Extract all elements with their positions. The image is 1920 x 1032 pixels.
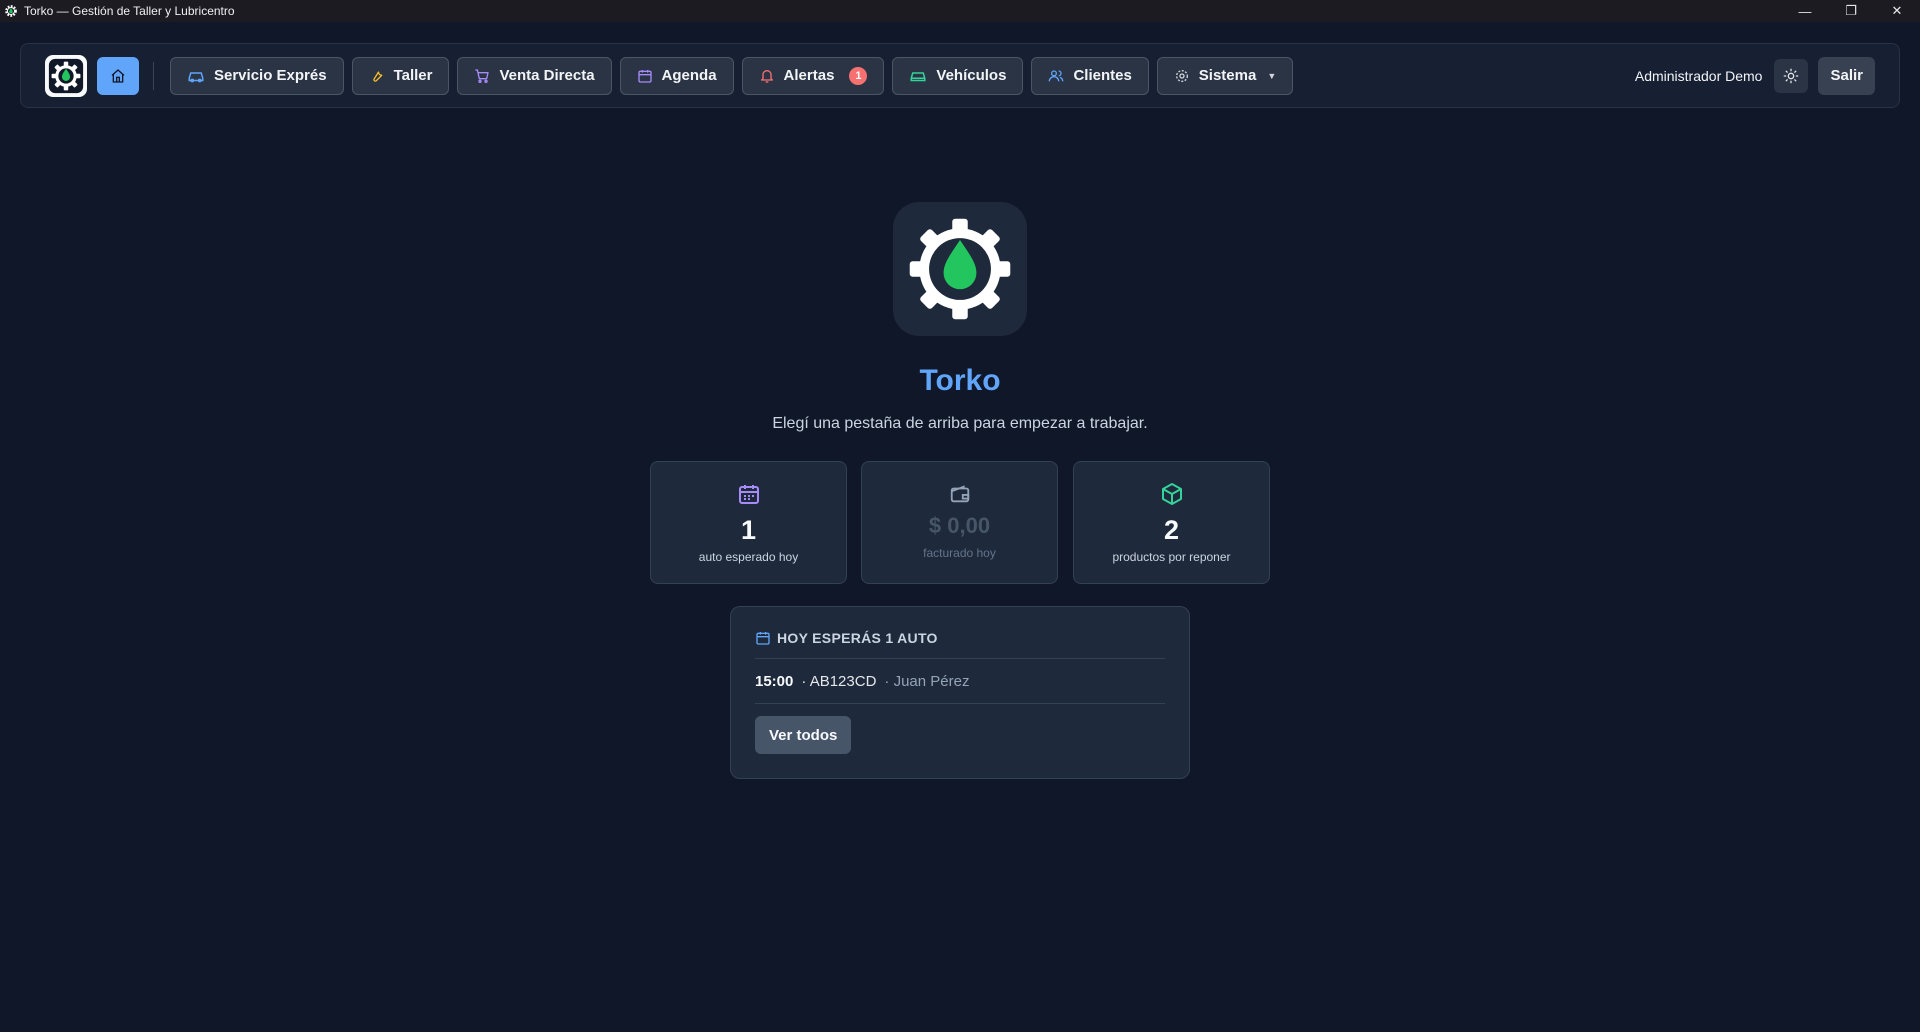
stat-label: auto esperado hoy (698, 550, 799, 564)
stat-value: 2 (1163, 515, 1180, 545)
wallet-icon (949, 482, 971, 506)
window-titlebar: Torko — Gestión de Taller y Lubricentro … (0, 0, 1920, 22)
users-icon (1049, 69, 1064, 81)
nav-taller-label: Taller (393, 67, 433, 84)
gear-icon (1175, 69, 1188, 82)
hero-logo (893, 202, 1027, 336)
nav-clientes-label: Clientes (1073, 67, 1132, 84)
wrench-icon (372, 70, 383, 82)
restore-button[interactable]: ❐ (1828, 0, 1874, 22)
torko-logo-icon (48, 58, 84, 93)
nav-vehiculos[interactable]: Vehículos (892, 56, 1024, 95)
calendar-icon (737, 482, 761, 506)
car-icon (188, 71, 204, 82)
hero-subtitle: Elegí una pestaña de arriba para empezar… (772, 415, 1148, 432)
stat-value: 1 (740, 515, 757, 545)
nav-agenda[interactable]: Agenda (619, 56, 734, 95)
stat-label: productos por reponer (1112, 550, 1231, 564)
nav-agenda-label: Agenda (661, 67, 717, 84)
logo-button[interactable] (45, 54, 87, 97)
sun-icon (1784, 68, 1799, 83)
user-name: Administrador Demo (1634, 67, 1763, 84)
nav-sistema-label: Sistema (1198, 67, 1257, 84)
stat-value: $ 0,00 (928, 513, 991, 538)
chevron-down-icon: ▼ (1267, 70, 1277, 81)
today-agenda-card: HOY ESPERÁS 1 AUTO 15:00 · AB123CD · Jua… (730, 606, 1190, 779)
close-button[interactable]: ✕ (1874, 0, 1920, 22)
nav-servicio-expres[interactable]: Servicio Exprés (170, 56, 344, 95)
calendar-icon (756, 631, 770, 645)
nav-sistema-dropdown[interactable]: Sistema ▼ (1156, 56, 1294, 95)
bell-icon (760, 69, 773, 83)
agenda-time: 15:00 (755, 672, 794, 690)
nav-venta-directa[interactable]: Venta Directa (457, 56, 612, 95)
window-title: Torko — Gestión de Taller y Lubricentro (24, 4, 235, 18)
box-icon (1160, 482, 1184, 506)
minimize-button[interactable]: — (1782, 0, 1828, 22)
vehicle-icon (910, 71, 926, 81)
top-navbar: Servicio Exprés Taller Venta Directa Age… (20, 43, 1900, 108)
nav-divider (153, 61, 154, 90)
nav-taller[interactable]: Taller (351, 56, 450, 95)
stat-card-expected-cars[interactable]: 1 auto esperado hoy (650, 461, 847, 584)
nav-clientes[interactable]: Clientes (1031, 56, 1149, 95)
alert-count-badge: 1 (849, 66, 868, 85)
hero-title: Torko (919, 364, 1001, 397)
nav-vehiculos-label: Vehículos (936, 67, 1007, 84)
gear-oil-drop-icon (909, 218, 1011, 320)
agenda-plate: · AB123CD (801, 672, 877, 690)
agenda-entry[interactable]: 15:00 · AB123CD · Juan Pérez (755, 659, 1165, 704)
agenda-header: HOY ESPERÁS 1 AUTO (755, 607, 1165, 659)
nav-alertas-label: Alertas (783, 67, 835, 84)
calendar-icon (637, 69, 652, 83)
theme-toggle-button[interactable] (1774, 58, 1809, 93)
agenda-heading: HOY ESPERÁS 1 AUTO (777, 629, 938, 646)
home-icon (111, 68, 125, 83)
stat-label: facturado hoy (923, 546, 996, 560)
stat-card-billed-today[interactable]: $ 0,00 facturado hoy (861, 461, 1058, 584)
nav-servicio-expres-label: Servicio Exprés (214, 67, 327, 84)
logout-button[interactable]: Salir (1818, 56, 1875, 95)
app-gear-icon (4, 4, 18, 18)
home-button[interactable] (97, 56, 139, 95)
stat-card-products-restock[interactable]: 2 productos por reponer (1073, 461, 1270, 584)
agenda-client: · Juan Pérez (884, 672, 970, 690)
cart-icon (475, 68, 490, 83)
see-all-button[interactable]: Ver todos (755, 716, 852, 754)
nav-venta-directa-label: Venta Directa (499, 67, 595, 84)
nav-alertas[interactable]: Alertas 1 (741, 56, 885, 95)
